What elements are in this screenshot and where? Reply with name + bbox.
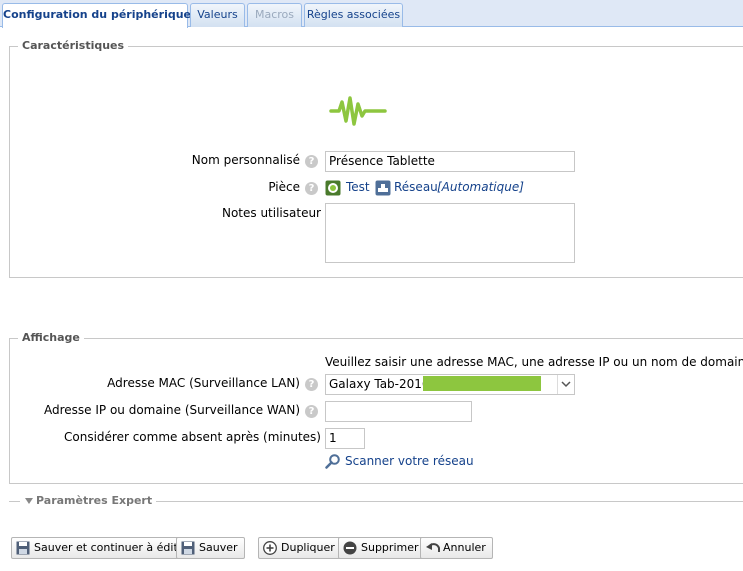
help-icon[interactable]: ? [305, 405, 318, 418]
redaction-bar [423, 376, 541, 391]
network-link[interactable]: Réseau [394, 180, 438, 194]
scan-network-link[interactable]: Scanner votre réseau [345, 454, 474, 468]
room-label: Pièce [268, 180, 300, 194]
characteristics-legend: Caractéristiques [18, 39, 129, 52]
address-hint: Veuillez saisir une adresse MAC, une adr… [325, 355, 743, 369]
floppy-icon [181, 541, 195, 555]
name-input[interactable]: Présence Tablette [325, 151, 575, 172]
cancel-label: Annuler [443, 541, 486, 554]
network-icon [375, 180, 391, 196]
name-label: Nom personnalisé [191, 153, 300, 167]
mac-value: Galaxy Tab-2016 [329, 377, 430, 391]
duplicate-label: Dupliquer [281, 541, 335, 554]
add-circle-icon [263, 541, 277, 555]
absent-label: Considérer comme absent après (minutes) [64, 430, 321, 444]
help-icon[interactable]: ? [305, 182, 318, 195]
expert-label: Paramètres Expert [36, 494, 153, 507]
absent-input[interactable]: 1 [325, 428, 365, 449]
ip-label: Adresse IP ou domaine (Surveillance WAN) [43, 403, 300, 417]
network-mode: [Automatique] [437, 180, 524, 194]
expert-toggle[interactable]: Paramètres Expert [20, 494, 157, 507]
triangle-down-icon [25, 498, 33, 504]
heartbeat-icon [329, 96, 387, 126]
mac-label: Adresse MAC (Surveillance LAN) [107, 376, 300, 390]
save-label: Sauver [199, 541, 238, 554]
tab-configuration[interactable]: Configuration du périphérique [2, 3, 191, 28]
notes-textarea[interactable] [325, 203, 575, 263]
tab-valeurs[interactable]: Valeurs [190, 3, 245, 27]
help-icon[interactable]: ? [305, 155, 318, 168]
notes-label: Notes utilisateur [221, 206, 321, 220]
tab-bar: Configuration du périphérique Valeurs Ma… [0, 0, 743, 28]
room-link[interactable]: Test [346, 180, 370, 194]
tab-regles[interactable]: Règles associées [304, 3, 403, 27]
delete-label: Supprimer [361, 541, 419, 554]
duplicate-button[interactable]: Dupliquer [258, 537, 342, 559]
save-continue-label: Sauver et continuer à éditer [34, 541, 190, 554]
save-button[interactable]: Sauver [176, 537, 245, 559]
chevron-down-icon[interactable] [557, 375, 574, 394]
help-icon[interactable]: ? [305, 378, 318, 391]
room-target-icon [325, 180, 341, 196]
undo-icon [426, 543, 440, 552]
tab-macros: Macros [247, 3, 302, 27]
display-legend: Affichage [18, 331, 84, 344]
search-icon [325, 454, 340, 469]
floppy-icon [16, 541, 30, 555]
delete-button[interactable]: Supprimer [338, 537, 426, 559]
minus-circle-icon [343, 541, 357, 555]
save-continue-button[interactable]: Sauver et continuer à éditer [11, 537, 197, 559]
ip-input[interactable] [325, 401, 472, 422]
cancel-button[interactable]: Annuler [420, 537, 493, 559]
